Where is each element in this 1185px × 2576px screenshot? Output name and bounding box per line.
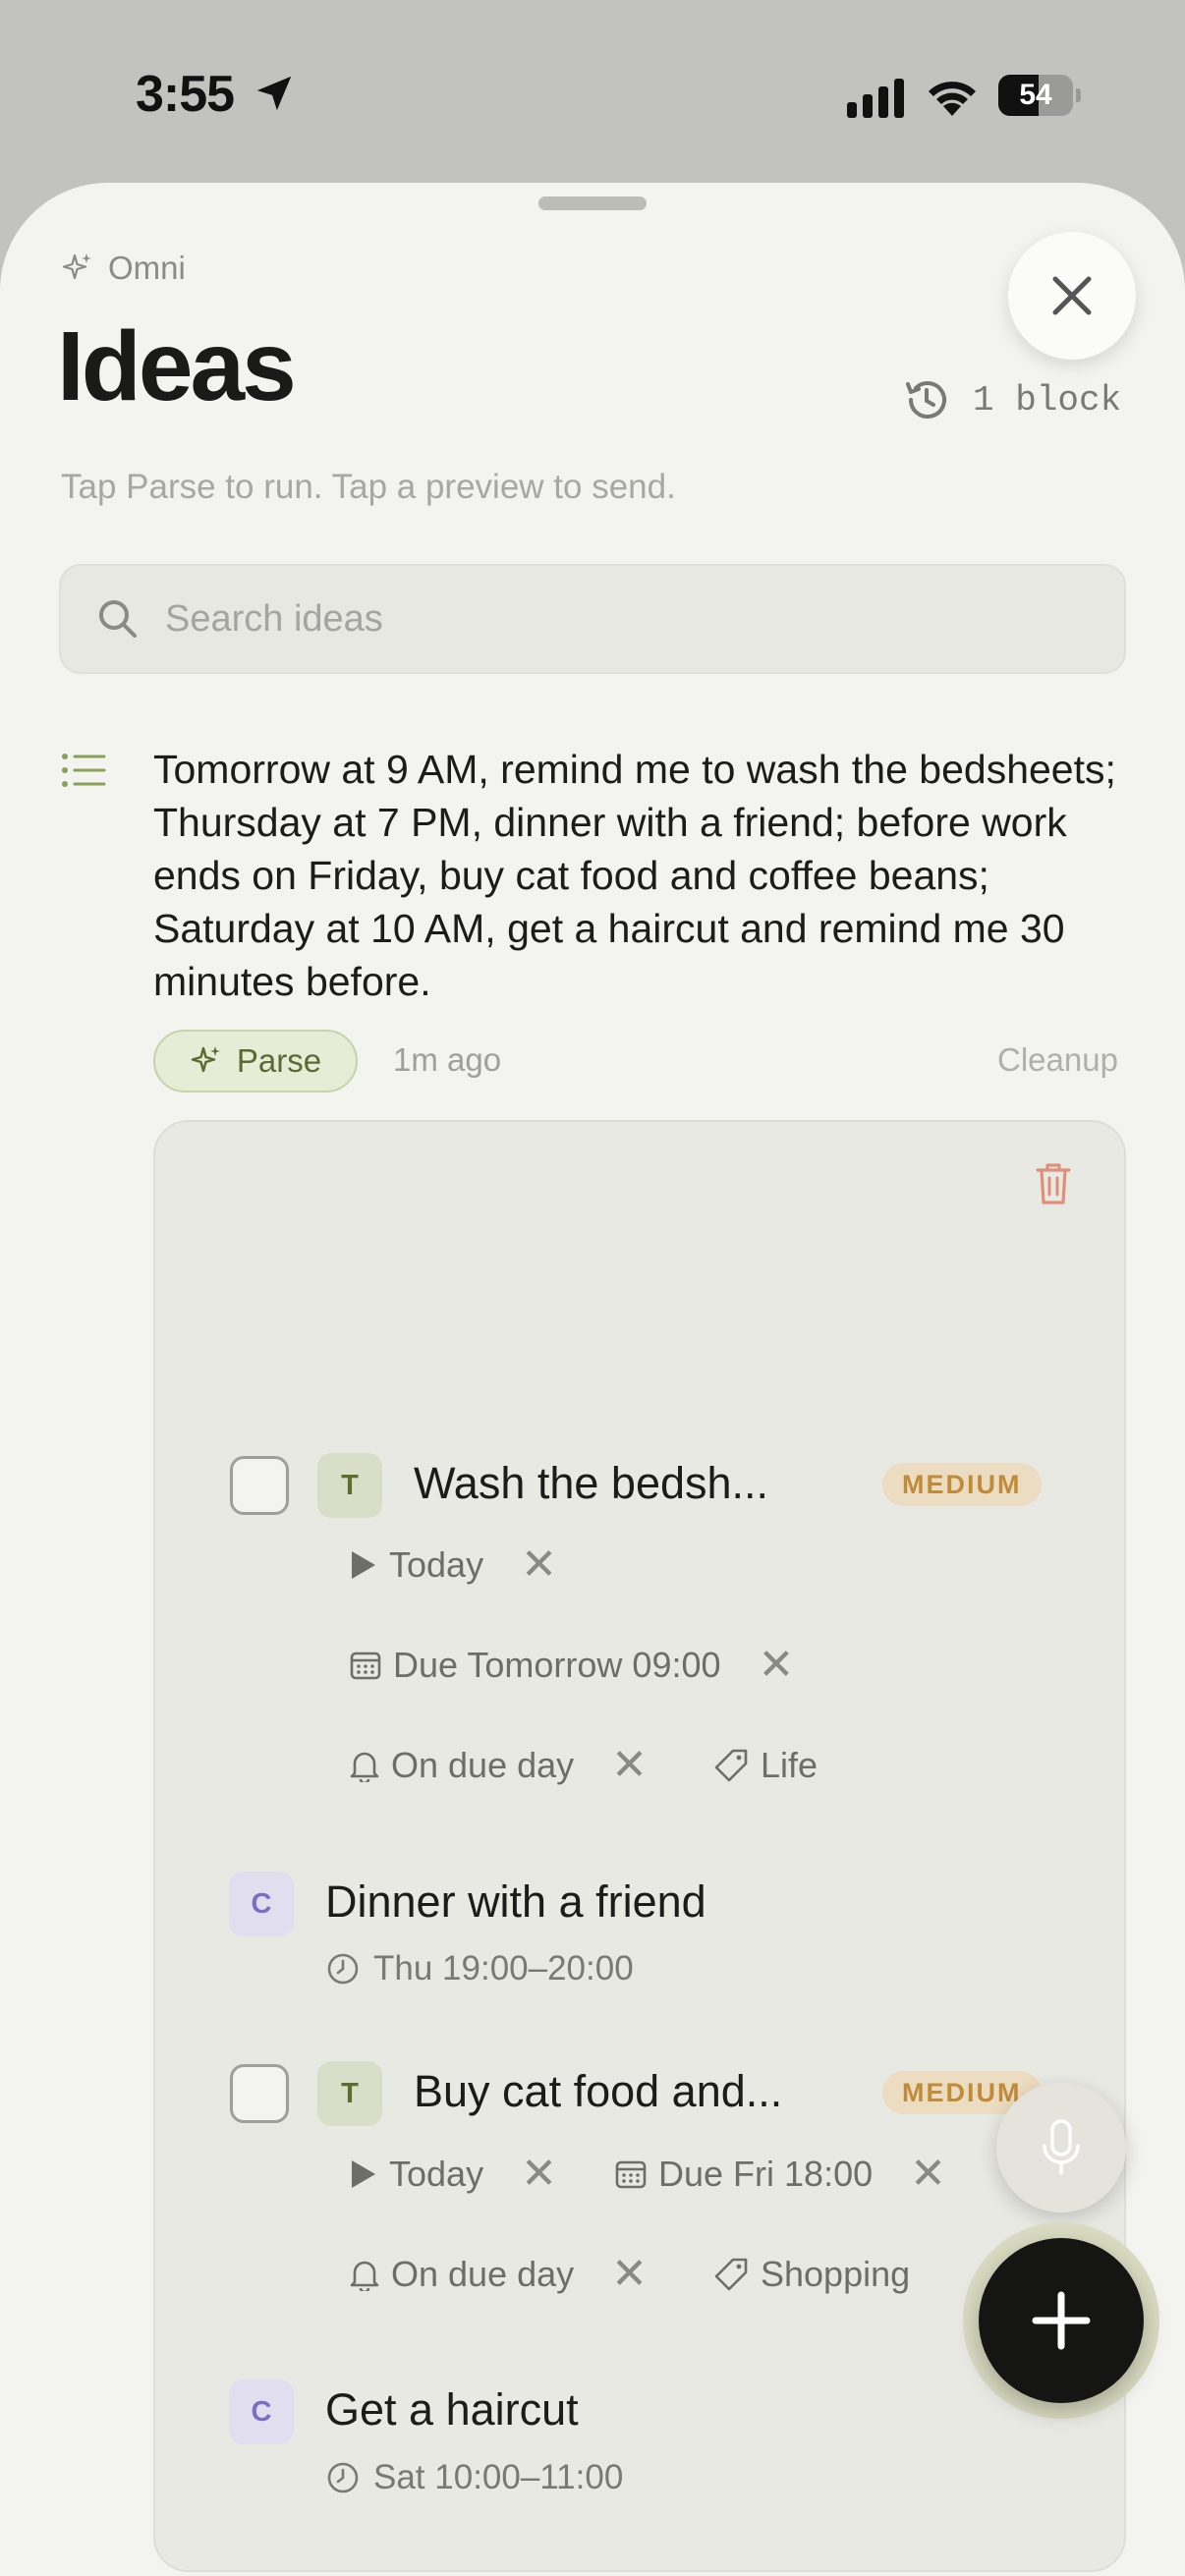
event-title[interactable]: Get a haircut [325,2384,579,2436]
task-title[interactable]: Wash the bedsh... [414,1458,768,1509]
remove-start-icon[interactable]: ✕ [521,2153,557,2196]
reminder-chip[interactable]: On due day ✕ [350,1744,648,1787]
sparkle-icon [191,1046,220,1073]
status-bar: 3:55 54 [0,0,1185,187]
clock-icon [327,2462,359,2493]
idea-timestamp: 1m ago [393,1041,502,1078]
remove-reminder-icon[interactable]: ✕ [611,1744,648,1787]
page-title: Ideas [57,311,297,421]
remove-start-icon[interactable]: ✕ [521,1543,557,1587]
calendar-icon [615,2160,647,2189]
remove-reminder-icon[interactable]: ✕ [611,2253,648,2296]
start-label: Today [389,1544,484,1585]
tag-icon [714,1749,748,1782]
search-icon [99,600,137,638]
task-checkbox[interactable] [230,1456,289,1515]
bell-icon [350,2261,379,2291]
app-label: Omni [61,250,186,287]
cellular-signal-icon [847,79,904,118]
calendar-icon [350,1652,381,1680]
location-arrow-icon [256,76,292,111]
task-type-badge: T [317,1453,382,1518]
event-type-badge: C [229,2380,294,2444]
reminder-label: On due day [391,1745,575,1785]
clock-icon [327,1953,359,1985]
tag-label: Shopping [761,2254,911,2294]
bell-icon [350,1752,379,1782]
history-icon [906,381,946,420]
tag-label: Life [761,1745,818,1785]
due-chip[interactable]: Due Fri 18:00 ✕ [615,2153,946,2196]
reminder-label: On due day [391,2254,575,2294]
close-button[interactable] [1008,232,1136,360]
battery-percentage: 54 [1019,79,1052,111]
cleanup-button[interactable]: Cleanup [997,1041,1118,1079]
idea-text[interactable]: Tomorrow at 9 AM, remind me to wash the … [153,743,1136,1008]
add-button[interactable] [979,2238,1144,2403]
app-label-text: Omni [108,250,186,286]
start-label: Today [389,2154,484,2194]
voice-input-button[interactable] [996,2083,1126,2212]
due-chip[interactable]: Due Tomorrow 09:00 ✕ [350,1644,795,1687]
task-checkbox[interactable] [230,2064,289,2123]
parse-label: Parse [236,1042,322,1079]
event-time: Sat 10:00–11:00 [326,2458,623,2497]
trash-icon[interactable] [1034,1161,1073,1206]
close-icon [1052,276,1092,315]
event-type-badge: C [229,1872,294,1936]
microphone-icon [1043,2119,1080,2175]
remove-due-icon[interactable]: ✕ [910,2153,946,2196]
event-time-label: Thu 19:00–20:00 [373,1949,634,1988]
search-input[interactable] [165,597,1049,641]
list-icon [62,754,106,787]
reminder-chip[interactable]: On due day ✕ [350,2253,648,2296]
remove-due-icon[interactable]: ✕ [759,1644,795,1687]
due-label: Due Fri 18:00 [658,2154,874,2194]
parse-button[interactable]: Parse [153,1030,358,1092]
history-label: 1 block [973,379,1122,420]
play-icon [352,2160,375,2188]
status-time: 3:55 [136,66,235,123]
battery-indicator: 54 [998,75,1081,116]
play-icon [352,1551,375,1579]
event-time-label: Sat 10:00–11:00 [373,2458,624,2496]
tag-chip[interactable]: Life [713,1745,818,1786]
search-bar[interactable] [59,564,1126,674]
event-title[interactable]: Dinner with a friend [325,1876,706,1928]
due-label: Due Tomorrow 09:00 [393,1645,721,1685]
task-title[interactable]: Buy cat food and... [414,2066,782,2117]
sheet-grabber[interactable] [538,196,647,210]
tag-icon [714,2258,748,2291]
history-button[interactable]: 1 block [902,375,1121,424]
task-type-badge: T [317,2061,382,2126]
page-subtitle: Tap Parse to run. Tap a preview to send. [61,468,676,506]
plus-icon [1032,2291,1091,2350]
event-time: Thu 19:00–20:00 [326,1949,634,1988]
start-chip[interactable]: Today ✕ [350,1543,557,1587]
tag-chip[interactable]: Shopping [713,2254,910,2295]
priority-badge[interactable]: MEDIUM [882,1463,1042,1506]
sparkle-icon [62,253,91,280]
wifi-icon [929,82,976,116]
start-chip[interactable]: Today ✕ [350,2153,557,2196]
